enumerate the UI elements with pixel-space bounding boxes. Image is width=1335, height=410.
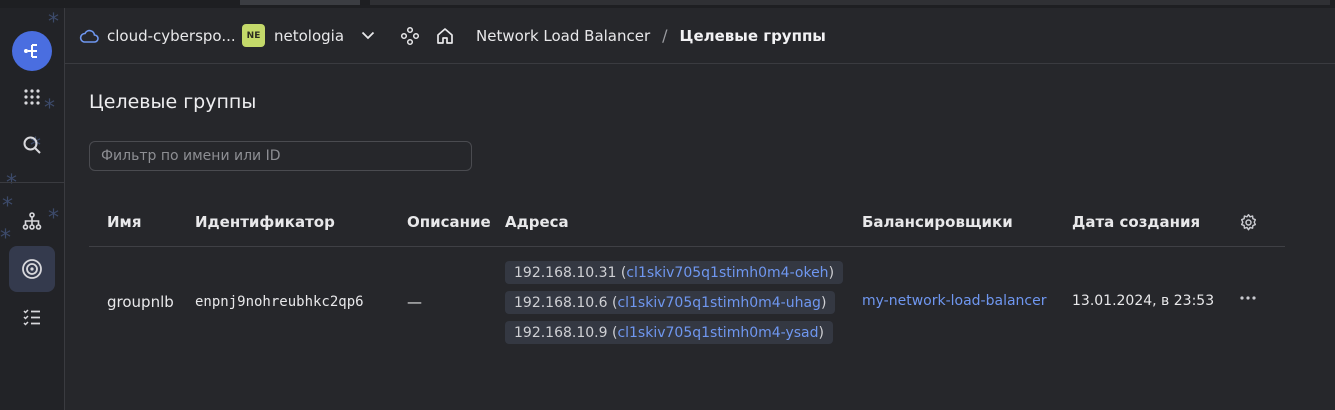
services-icon bbox=[22, 41, 42, 61]
cell-description: — bbox=[407, 293, 422, 311]
folder-selector[interactable]: NE netologia bbox=[242, 24, 375, 47]
nodes-icon bbox=[400, 26, 420, 46]
services-map-button[interactable] bbox=[400, 26, 420, 46]
all-services-button[interactable] bbox=[12, 77, 52, 117]
gear-icon bbox=[1239, 213, 1258, 232]
address-ip: 192.168.10.31 bbox=[514, 264, 617, 281]
breadcrumb-separator: / bbox=[662, 26, 668, 45]
address-paren-open: ( bbox=[616, 264, 627, 281]
address-paren-close: ) bbox=[818, 324, 824, 341]
search-button[interactable] bbox=[12, 125, 52, 165]
folder-name: netologia bbox=[274, 26, 345, 45]
cell-created: 13.01.2024, в 23:53 bbox=[1072, 293, 1215, 309]
strip-segment bbox=[370, 0, 1330, 5]
more-horizontal-icon bbox=[1239, 295, 1257, 301]
home-icon bbox=[435, 26, 455, 46]
search-icon bbox=[22, 135, 42, 155]
browser-top-strip bbox=[0, 0, 1335, 8]
address-paren-open: ( bbox=[607, 294, 618, 311]
address-chip: 192.168.10.9 ( cl1skiv705q1stimh0m4-ysad… bbox=[505, 321, 833, 344]
row-actions-button[interactable] bbox=[1239, 295, 1257, 301]
cloud-icon bbox=[79, 29, 99, 43]
address-chip: 192.168.10.31 ( cl1skiv705q1stimh0m4-oke… bbox=[505, 261, 844, 284]
address-instance-link[interactable]: cl1skiv705q1stimh0m4-uhag bbox=[617, 295, 821, 311]
cloud-name: cloud-cyberspo... bbox=[107, 26, 236, 45]
cell-balancer-link[interactable]: my-network-load-balancer bbox=[862, 293, 1046, 309]
services-button[interactable] bbox=[12, 31, 52, 71]
folder-badge: NE bbox=[242, 24, 265, 47]
left-rail: * * * * * * * * bbox=[0, 8, 65, 410]
apps-grid-icon bbox=[23, 88, 41, 106]
table-settings-button[interactable] bbox=[1239, 213, 1258, 232]
checklist-icon bbox=[22, 307, 42, 327]
breadcrumb: Network Load Balancer / Целевые группы bbox=[476, 26, 826, 45]
column-header-addresses[interactable]: Адреса bbox=[505, 213, 569, 231]
cloud-selector[interactable]: cloud-cyberspo... bbox=[79, 27, 236, 45]
column-header-description[interactable]: Описание bbox=[407, 213, 491, 231]
address-instance-link[interactable]: cl1skiv705q1stimh0m4-okeh bbox=[626, 265, 828, 281]
target-icon bbox=[21, 258, 43, 280]
cell-id: enpnj9nohreubhkc2qp6 bbox=[195, 294, 364, 310]
home-button[interactable] bbox=[435, 26, 455, 46]
address-paren-open: ( bbox=[607, 324, 618, 341]
decor-asterisk: * bbox=[0, 226, 11, 251]
breadcrumb-current: Целевые группы bbox=[679, 26, 826, 45]
breadcrumb-service[interactable]: Network Load Balancer bbox=[476, 27, 650, 45]
strip-segment bbox=[240, 0, 360, 5]
column-header-name[interactable]: Имя bbox=[107, 213, 141, 231]
address-paren-close: ) bbox=[828, 264, 835, 281]
decor-asterisk: * bbox=[6, 171, 17, 196]
page-title: Целевые группы bbox=[89, 91, 257, 113]
load-balancers-nav[interactable] bbox=[12, 201, 52, 241]
rail-divider bbox=[0, 182, 64, 183]
address-paren-close: ) bbox=[820, 294, 827, 311]
column-header-id[interactable]: Идентификатор bbox=[195, 213, 335, 231]
operations-nav[interactable] bbox=[12, 297, 52, 337]
address-ip: 192.168.10.9 bbox=[514, 324, 608, 341]
chevron-down-icon[interactable] bbox=[361, 31, 375, 40]
filter-box[interactable] bbox=[89, 141, 472, 171]
target-groups-nav[interactable] bbox=[9, 246, 55, 292]
column-header-balancers[interactable]: Балансировщики bbox=[862, 213, 1013, 231]
table-header-divider bbox=[89, 246, 1285, 247]
address-chip: 192.168.10.6 ( cl1skiv705q1stimh0m4-uhag… bbox=[505, 291, 836, 314]
address-instance-link[interactable]: cl1skiv705q1stimh0m4-ysad bbox=[617, 325, 818, 341]
cell-name: groupnlb bbox=[107, 293, 174, 311]
address-ip: 192.168.10.6 bbox=[514, 294, 608, 311]
hierarchy-icon bbox=[22, 211, 42, 231]
decor-asterisk: * bbox=[48, 10, 59, 35]
top-header: cloud-cyberspo... NE netologia Network L… bbox=[65, 8, 1335, 64]
column-header-created[interactable]: Дата создания bbox=[1072, 213, 1200, 231]
filter-input[interactable] bbox=[90, 142, 471, 170]
